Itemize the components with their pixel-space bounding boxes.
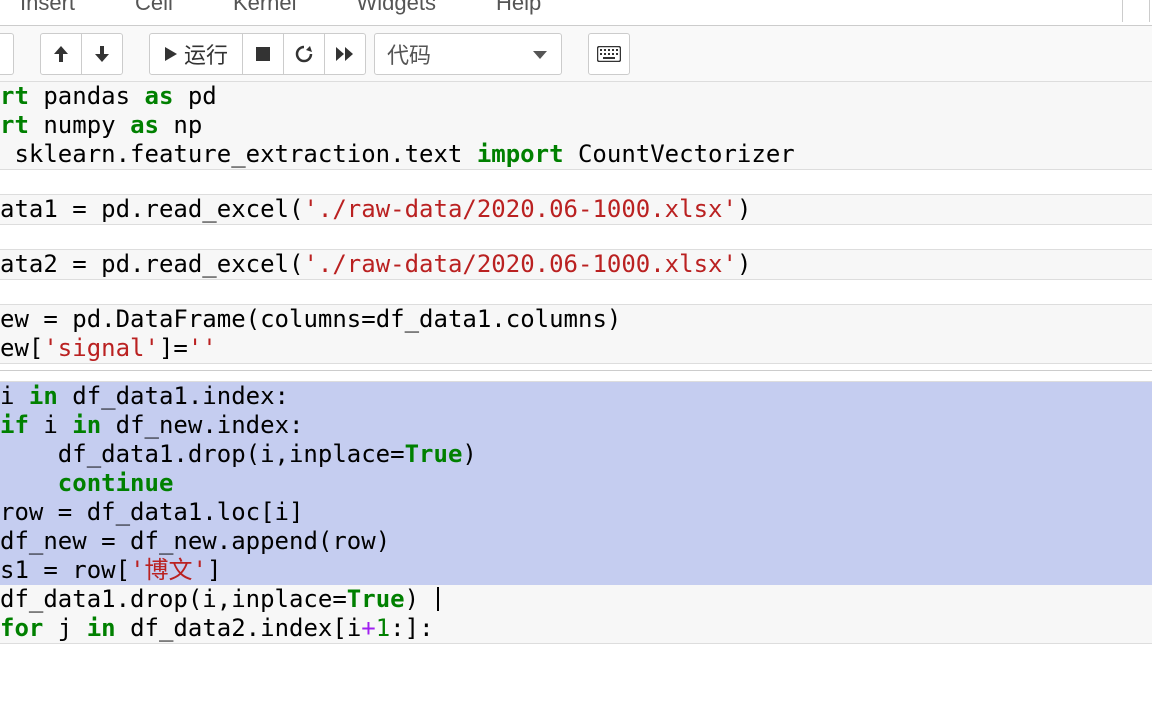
cell-type-select[interactable]: 代码 (374, 33, 562, 75)
code-line[interactable]: df_new = df_new.append(row) (0, 527, 1152, 556)
restart-button[interactable] (283, 33, 325, 75)
arrow-down-icon (93, 44, 111, 64)
run-button-label: 运行 (184, 38, 228, 70)
restart-run-all-button[interactable] (324, 33, 366, 75)
toolbar: 运行 代码 (0, 26, 1152, 82)
code-line[interactable]: ew['signal']='' (0, 334, 1152, 363)
save-button[interactable] (0, 33, 14, 75)
stop-icon (255, 46, 271, 62)
arrow-up-icon (52, 44, 70, 64)
code-line[interactable]: for j in df_data2.index[i+1:]: (0, 614, 1152, 643)
code-line[interactable]: ata1 = pd.read_excel('./raw-data/2020.06… (0, 195, 1152, 224)
menu-help[interactable]: Help (496, 0, 541, 16)
code-line[interactable]: continue (0, 469, 1152, 498)
code-line[interactable]: row = df_data1.loc[i] (0, 498, 1152, 527)
code-cell-active[interactable]: i in df_data1.index:if i in df_new.index… (0, 381, 1152, 644)
notebook-cells: rt pandas as pdrt numpy as np sklearn.fe… (0, 82, 1152, 644)
run-button[interactable]: 运行 (149, 33, 243, 75)
code-cell[interactable]: rt pandas as pdrt numpy as np sklearn.fe… (0, 82, 1152, 170)
refresh-icon (294, 44, 314, 64)
code-cell[interactable]: ata1 = pd.read_excel('./raw-data/2020.06… (0, 194, 1152, 225)
code-line[interactable]: sklearn.feature_extraction.text import C… (0, 140, 1152, 169)
code-line[interactable]: ew = pd.DataFrame(columns=df_data1.colum… (0, 305, 1152, 334)
code-line[interactable]: rt numpy as np (0, 111, 1152, 140)
text-cursor (437, 587, 439, 611)
code-line[interactable]: df_data1.drop(i,inplace=True) (0, 585, 1152, 614)
move-up-button[interactable] (40, 33, 82, 75)
menu-insert[interactable]: Insert (20, 0, 75, 16)
move-down-button[interactable] (81, 33, 123, 75)
cell-type-value: 代码 (387, 38, 431, 70)
menubar: Insert Cell Kernel Widgets Help (0, 0, 1152, 26)
divider (0, 370, 1152, 371)
keyboard-icon (597, 46, 621, 62)
command-palette-button[interactable] (588, 33, 630, 75)
menu-kernel[interactable]: Kernel (233, 0, 297, 16)
interrupt-button[interactable] (242, 33, 284, 75)
code-line[interactable]: i in df_data1.index: (0, 382, 1152, 411)
play-icon (164, 46, 178, 62)
code-line[interactable]: if i in df_new.index: (0, 411, 1152, 440)
code-cell[interactable]: ata2 = pd.read_excel('./raw-data/2020.06… (0, 249, 1152, 280)
kernel-indicator (1122, 0, 1150, 22)
menu-widgets[interactable]: Widgets (357, 0, 436, 16)
code-line[interactable]: df_data1.drop(i,inplace=True) (0, 440, 1152, 469)
code-line[interactable]: ata2 = pd.read_excel('./raw-data/2020.06… (0, 250, 1152, 279)
code-cell[interactable]: ew = pd.DataFrame(columns=df_data1.colum… (0, 304, 1152, 364)
code-line[interactable]: s1 = row['博文'] (0, 556, 1152, 585)
code-line[interactable]: rt pandas as pd (0, 82, 1152, 111)
menu-cell[interactable]: Cell (135, 0, 173, 16)
fast-forward-icon (335, 46, 355, 62)
